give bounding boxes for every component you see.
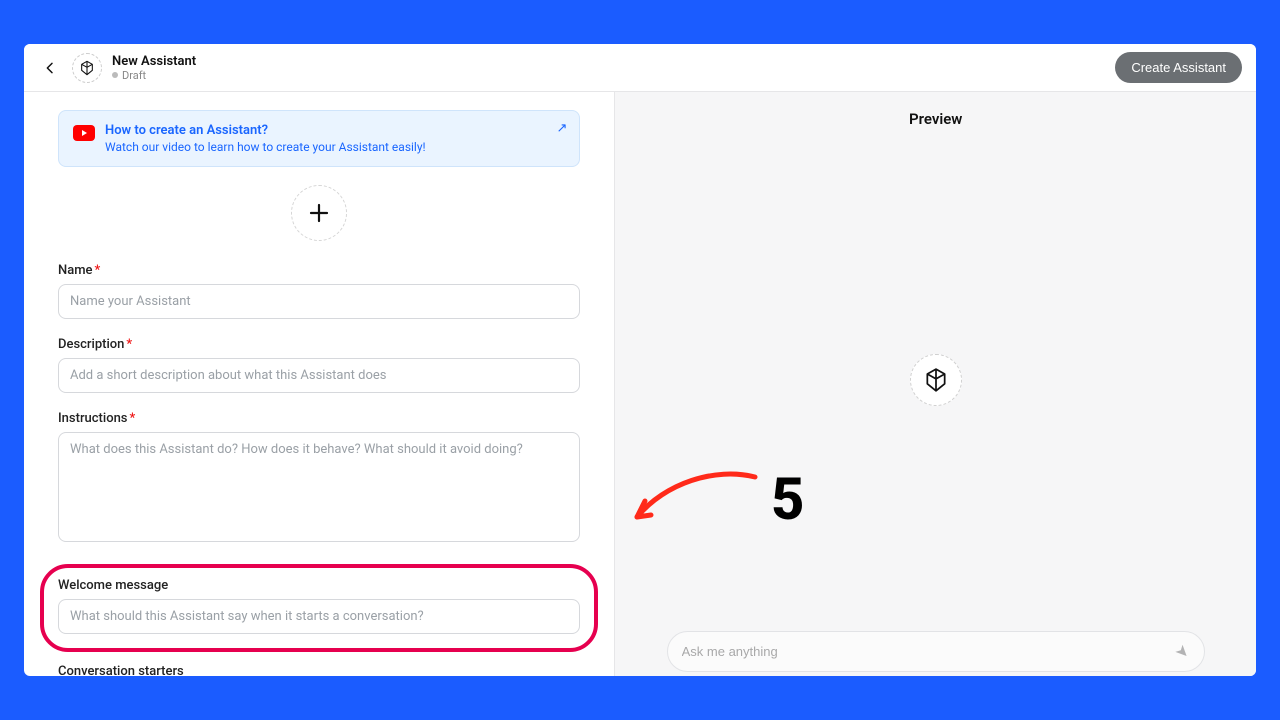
name-label: Name* xyxy=(58,263,580,278)
info-card[interactable]: How to create an Assistant? Watch our vi… xyxy=(58,110,580,167)
description-field: Description* xyxy=(58,337,580,393)
preview-title: Preview xyxy=(909,110,962,128)
create-assistant-button[interactable]: Create Assistant xyxy=(1115,52,1242,83)
app-window: New Assistant Draft Create Assistant How… xyxy=(24,44,1256,676)
welcome-label: Welcome message xyxy=(58,578,580,593)
welcome-field: Welcome message xyxy=(58,578,580,634)
preview-center xyxy=(615,128,1256,631)
preview-avatar-placeholder xyxy=(910,354,962,406)
starters-label: Conversation starters xyxy=(58,664,580,676)
cube-icon xyxy=(923,367,949,393)
cube-icon xyxy=(79,60,95,76)
status-dot-icon xyxy=(112,72,118,78)
starters-field: Conversation starters xyxy=(58,664,580,676)
preview-panel: Preview ➤ xyxy=(615,92,1256,676)
instructions-field: Instructions* xyxy=(58,411,580,546)
status-badge: Draft xyxy=(112,69,196,82)
add-avatar-button[interactable] xyxy=(291,185,347,241)
youtube-icon xyxy=(73,125,95,141)
preview-chat-input[interactable] xyxy=(682,644,1177,659)
welcome-message-highlight: Welcome message xyxy=(40,564,598,652)
page-title: New Assistant xyxy=(112,54,196,69)
chevron-left-icon xyxy=(42,60,58,76)
body-area: How to create an Assistant? Watch our vi… xyxy=(24,92,1256,676)
status-text: Draft xyxy=(122,69,146,82)
description-label: Description* xyxy=(58,337,580,352)
form-panel[interactable]: How to create an Assistant? Watch our vi… xyxy=(24,92,615,676)
welcome-input[interactable] xyxy=(58,599,580,634)
instructions-label: Instructions* xyxy=(58,411,580,426)
description-input[interactable] xyxy=(58,358,580,393)
info-text: How to create an Assistant? Watch our vi… xyxy=(105,123,426,154)
info-title: How to create an Assistant? xyxy=(105,123,426,138)
title-stack: New Assistant Draft xyxy=(112,54,196,82)
assistant-avatar-placeholder xyxy=(72,53,102,83)
name-input[interactable] xyxy=(58,284,580,319)
info-subtitle: Watch our video to learn how to create y… xyxy=(105,140,426,154)
name-field: Name* xyxy=(58,263,580,319)
external-link-icon: ↗ xyxy=(556,121,567,136)
top-bar: New Assistant Draft Create Assistant xyxy=(24,44,1256,92)
preview-chat-input-wrap: ➤ xyxy=(667,631,1205,672)
plus-icon xyxy=(307,201,331,225)
back-button[interactable] xyxy=(38,56,62,80)
instructions-input[interactable] xyxy=(58,432,580,542)
